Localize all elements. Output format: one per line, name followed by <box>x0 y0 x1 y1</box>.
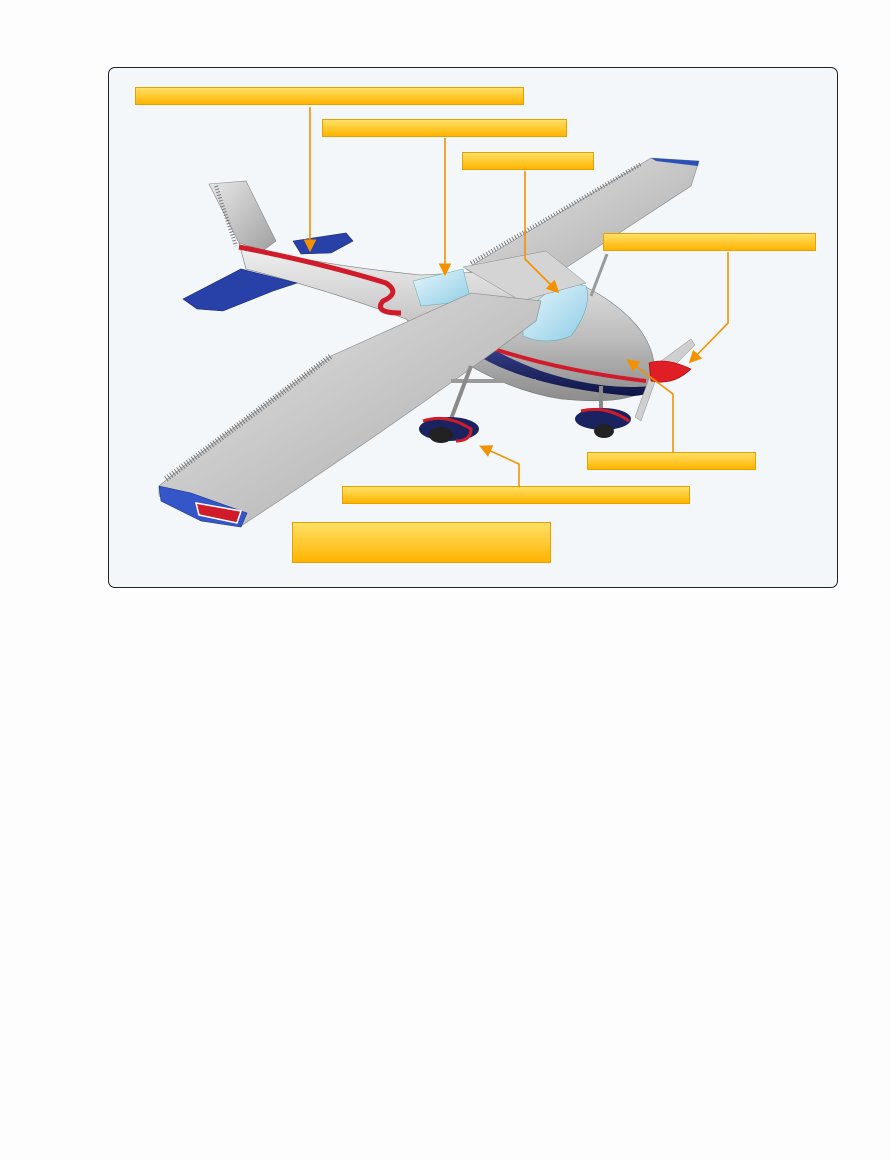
propeller-spinner <box>648 360 692 383</box>
callout-cockpit <box>462 152 594 170</box>
right-elevator <box>292 232 354 255</box>
callout-empennage <box>135 87 524 105</box>
callout-propeller <box>603 233 816 251</box>
airplane-illustration <box>158 157 700 528</box>
right-wing-strut <box>589 253 609 297</box>
callout-powerplant <box>587 452 756 470</box>
airplane-figure <box>108 67 838 588</box>
left-wheel <box>429 427 453 443</box>
callout-wing <box>292 522 551 563</box>
callout-rear-cabin <box>322 119 567 137</box>
nose-wheel <box>594 424 614 438</box>
callout-landing-gear <box>342 486 690 504</box>
